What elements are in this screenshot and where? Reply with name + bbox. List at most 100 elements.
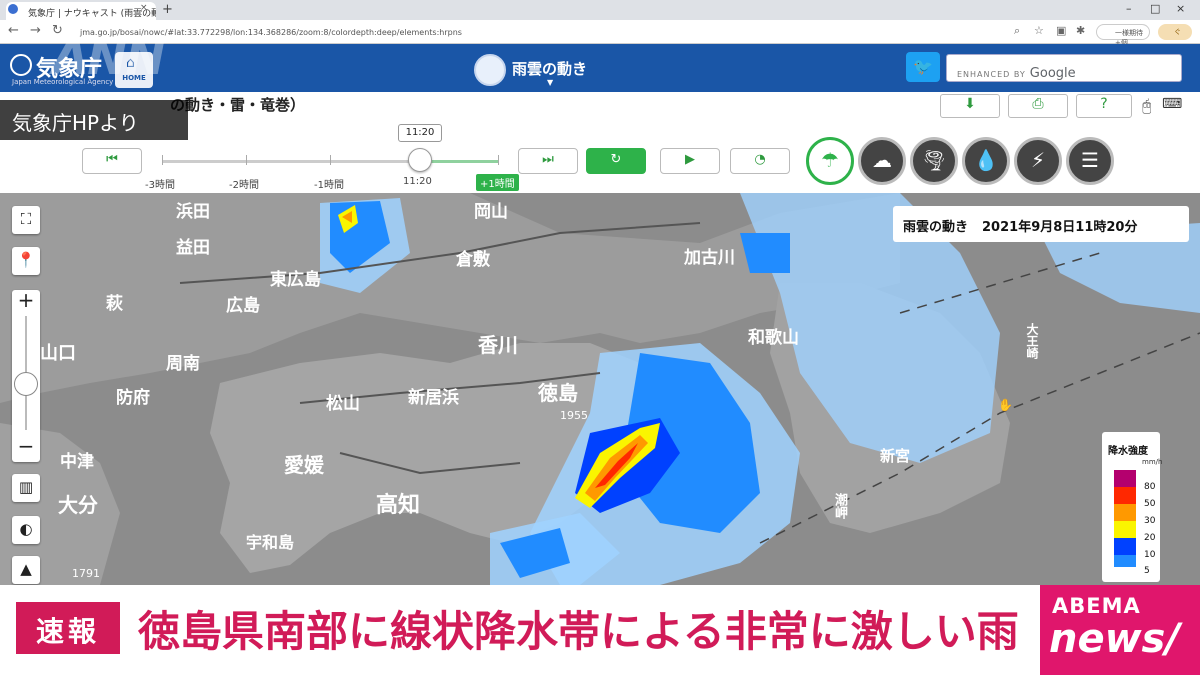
browser-tab-bar [0,0,1200,20]
time-label: -3時間 [145,180,175,191]
location-pin-icon[interactable]: 📍 [12,247,40,275]
map-label: 中津 [60,452,94,472]
slider-tick [246,155,247,165]
breaking-news-badge: 速報 [16,602,120,654]
google-label: Google [1029,66,1076,81]
nowcast-logo-icon [474,54,506,86]
map-label: 愛媛 [284,453,324,477]
map-label: 宇和島 [246,533,295,552]
hand-cursor-icon: ✋ [998,398,1013,412]
legend-label: 80 [1144,482,1156,492]
slider-tick [330,155,331,165]
mouse-icon[interactable]: 🖰 [1142,96,1152,116]
legend-swatch [1114,521,1136,538]
legend-label: 30 [1144,516,1156,526]
map-label: 浜田 [176,202,210,222]
map-label: 山口 [40,343,76,364]
slider-tick [498,155,499,165]
legend-title: 降水強度 [1108,446,1148,457]
back-arrow-icon[interactable]: ← [8,23,19,38]
tab-favicon-icon [8,4,18,14]
maximize-button[interactable]: □ [1150,2,1160,15]
nowcast-menu-title[interactable]: 雨雲の動き [512,58,587,79]
print-button[interactable]: ⎙ [1008,94,1068,118]
refresh-button[interactable]: ↻ [586,148,646,174]
abema-logo-bottom: news/ [1049,616,1180,662]
speed-button[interactable]: ◔ [730,148,790,174]
terrain-icon[interactable]: ▲ [12,556,40,584]
tab-close-icon[interactable]: × [140,3,148,13]
layer-thunder-icon[interactable]: ☁ [858,137,906,185]
map-label: 徳島 [538,381,578,405]
peak-label: 1791 [72,567,100,580]
layer-tornado-icon[interactable]: 🌪 [910,137,958,185]
legend-swatch [1114,470,1136,487]
legend-label: 20 [1144,533,1156,543]
zoom-in-button[interactable]: + [12,288,40,312]
time-label: 11:20 [403,176,432,187]
slider-tick [162,155,163,165]
time-label: -2時間 [229,180,259,191]
legend-label: 10 [1144,550,1156,560]
radar-map[interactable]: 浜田 岡山 倉敷 加古川 益田 東広島 萩 広島 山口 周南 防府 香川 徳島 … [0,193,1200,585]
zoom-icon[interactable]: ⌕ [1014,24,1020,38]
url-field[interactable]: jma.go.jp/bosai/nowc/#lat:33.772298/lon:… [80,24,1010,41]
layer-rain-drop-icon[interactable]: 💧 [962,137,1010,185]
map-label: 新居浜 [408,388,459,408]
zoom-out-button[interactable]: − [12,434,40,458]
browser-tab[interactable]: 気象庁 | ナウキャスト (雨雲の動き [6,2,156,20]
time-slider-handle[interactable] [408,148,432,172]
keyboard-icon[interactable]: ⌨ [1162,96,1182,112]
last-frame-button[interactable]: ⏭ [518,148,578,174]
water-drop-icon[interactable]: ◐ [12,516,40,544]
google-search-input[interactable]: ENHANCED BY Google [946,54,1182,82]
current-time-bubble: 11:20 [398,124,442,142]
play-button[interactable]: ▶ [660,148,720,174]
map-label: 広島 [226,296,260,316]
layer-lightning-icon[interactable]: ⚡ [1014,137,1062,185]
layer-wind-icon[interactable]: ☰ [1066,137,1114,185]
download-button[interactable]: ⬇ [940,94,1000,118]
legend-unit: mm/h [1142,458,1163,466]
news-headline: 徳島県南部に線状降水帯による非常に激しい雨 [138,607,1019,656]
time-label-forecast: +1時間 [476,174,519,191]
time-label: -1時間 [314,180,344,191]
map-label: 大王崎 [1025,323,1039,359]
map-label: 高知 [376,493,421,518]
map-label: 香川 [478,333,518,357]
minimize-button[interactable]: – [1126,2,1132,15]
twitter-button[interactable]: 🐦 [906,52,940,82]
extension-pill[interactable]: 一様期待+個 [1096,24,1150,47]
ann-watermark: ANN [52,30,165,86]
source-caption: 気象庁HPより [0,100,188,140]
abema-logo-top: ABEMA [1052,594,1141,618]
layer-raincloud-icon[interactable]: ☂ [806,137,854,185]
first-frame-button[interactable]: ⏮ [82,148,142,174]
map-label: 和歌山 [748,328,799,348]
new-tab-button[interactable]: + [162,2,173,17]
map-timestamp: 雨雲の動き 2021年9月8日11時20分 [893,206,1189,242]
extension-icon[interactable]: ▣ [1056,24,1066,37]
legend-swatch [1114,504,1136,521]
map-label: 益田 [176,238,210,258]
map-label: 潮岬 [832,493,847,519]
chevron-down-icon[interactable]: ▼ [547,78,553,87]
close-window-button[interactable]: × [1176,2,1185,15]
map-label: 防府 [116,388,150,408]
bookmark-star-icon[interactable]: ☆ [1034,24,1044,37]
profile-pill[interactable]: ぐ [1158,24,1192,40]
help-button[interactable]: ? [1076,94,1132,118]
map-layer-icon[interactable]: ▥ [12,474,40,502]
timestamp-title: 雨雲の動き [903,220,969,235]
map-label: 岡山 [474,202,508,222]
fullscreen-icon[interactable]: ⛶ [12,206,40,234]
map-label: 加古川 [684,248,735,268]
jma-logo-icon [10,54,32,76]
timestamp-value: 2021年9月8日11時20分 [982,220,1138,235]
legend-swatch [1114,538,1136,555]
map-label: 東広島 [270,270,321,290]
forward-arrow-icon[interactable]: → [30,23,41,38]
puzzle-icon[interactable]: ✱ [1076,24,1085,37]
legend-swatch [1114,555,1136,567]
zoom-handle[interactable] [14,372,38,396]
